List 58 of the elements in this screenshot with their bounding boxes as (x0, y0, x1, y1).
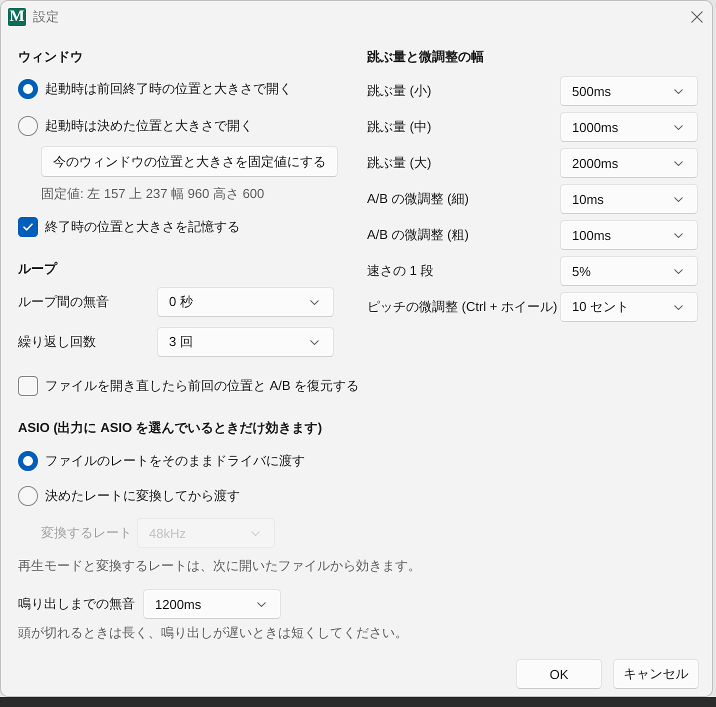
dropdown[interactable]: 2000ms (560, 148, 698, 178)
radio-label: 起動時は決めた位置と大きさで開く (45, 117, 253, 135)
checkmark-icon (23, 223, 33, 231)
chevron-icon (674, 88, 683, 94)
chevron-icon (674, 268, 683, 274)
dropdown[interactable]: 500ms (560, 76, 698, 106)
radio-button[interactable] (18, 451, 38, 471)
field-label: ピッチの微調整 (Ctrl + ホイール) (367, 298, 558, 316)
window-title: 設定 (33, 8, 59, 26)
field-label: 跳ぶ量 (中) (367, 118, 432, 136)
radio-label: ファイルのレートをそのままドライバに渡す (45, 452, 305, 470)
checkbox-label: 終了時の位置と大きさを記憶する (45, 218, 240, 236)
chevron-icon (674, 232, 683, 238)
field-label: ループ間の無音 (18, 293, 110, 311)
chevron-icon (257, 602, 266, 606)
app-logo: M (8, 8, 26, 26)
field-label: 変換するレート (41, 524, 133, 542)
chevron-icon (310, 300, 319, 304)
field-label: 速さの 1 段 (367, 262, 434, 280)
field-label: A/B の微調整 (細) (367, 190, 470, 208)
dropdown[interactable]: 1000ms (560, 112, 698, 142)
chevron-icon (310, 340, 319, 344)
checkbox[interactable] (18, 376, 38, 396)
hint-text: 再生モードと変換するレートは、次に開いたファイルから効きます。 (18, 557, 421, 575)
chevron-icon (251, 530, 260, 536)
dropdown[interactable]: 5% (560, 256, 698, 286)
close-icon[interactable] (691, 10, 703, 22)
radio-button[interactable] (18, 79, 38, 99)
field-label: 繰り返し回数 (18, 333, 97, 351)
chevron-icon (674, 304, 683, 310)
dropdown[interactable]: 100ms (560, 220, 698, 250)
field-label: A/B の微調整 (粗) (367, 226, 470, 244)
field-label: 跳ぶ量 (小) (367, 82, 432, 100)
section-heading: ASIO (出力に ASIO を選んでいるときだけ効きます) (18, 419, 322, 437)
radio-button[interactable] (18, 116, 38, 136)
section-heading: 跳ぶ量と微調整の幅 (367, 48, 484, 66)
chevron-icon (674, 124, 683, 130)
field-label: 鳴り出しまでの無音 (18, 595, 136, 613)
fixed-value-text: 固定値: 左 157 上 237 幅 960 高さ 600 (41, 185, 264, 203)
cancel-button[interactable]: キャンセル (613, 659, 699, 689)
hint-text: 頭が切れるときは長く、鳴り出しが遅いときは短くしてください。 (18, 624, 408, 642)
checkbox-label: ファイルを開き直したら前回の位置と A/B を復元する (45, 377, 360, 395)
radio-button[interactable] (18, 486, 38, 506)
dropdown[interactable]: 10ms (560, 184, 698, 214)
radio-label: 決めたレートに変換してから渡す (45, 487, 240, 505)
dropdown[interactable]: 0 秒 (157, 287, 334, 317)
dropdown[interactable]: 3 回 (157, 327, 334, 357)
chevron-icon (674, 196, 683, 202)
dropdown[interactable]: 10 セント (560, 292, 698, 322)
dropdown[interactable]: 1200ms (143, 589, 281, 619)
chevron-icon (674, 160, 683, 166)
section-heading: ウィンドウ (18, 48, 83, 66)
field-label: 跳ぶ量 (大) (367, 154, 432, 172)
section-heading: ループ (18, 260, 57, 278)
checkbox[interactable] (18, 217, 38, 237)
radio-label: 起動時は前回終了時の位置と大きさで開く (45, 80, 292, 98)
fix-position-button[interactable]: 今のウィンドウの位置と大きさを固定値にする (41, 146, 338, 177)
ok-button[interactable]: OK (516, 659, 602, 689)
